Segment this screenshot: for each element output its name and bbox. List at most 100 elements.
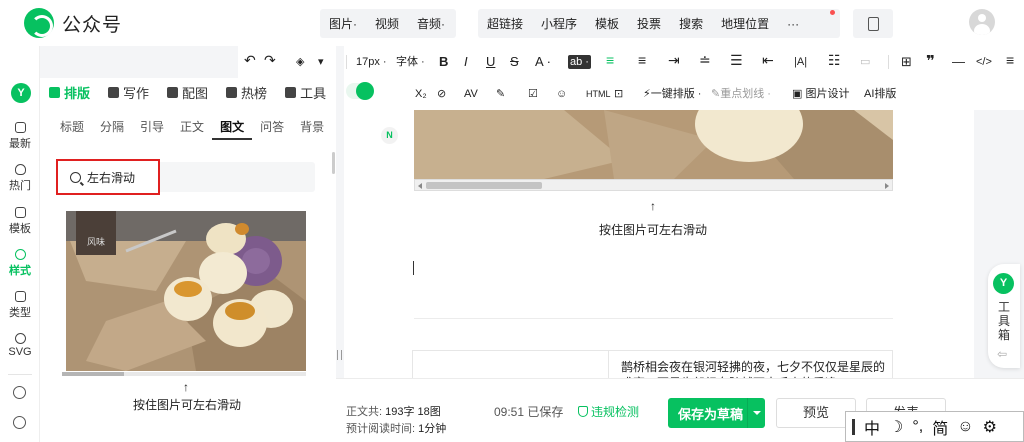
content-card[interactable]: 鹊桥相会夜在银河轻拂的夜，七夕不仅仅是星辰的盛宴，更是牛郎织女跨越万水千山的重逢 [412, 350, 893, 378]
rail-item-latest[interactable]: 最新 [0, 122, 40, 151]
one-click-layout-button[interactable]: ⚡一键排版 · [643, 87, 701, 101]
user-avatar[interactable] [969, 9, 995, 35]
rail-item-style[interactable]: 样式 [0, 249, 40, 278]
border-icon[interactable]: ▭ [860, 55, 870, 69]
quote-icon[interactable]: ❞ [926, 54, 935, 69]
ime-mode-chinese[interactable]: 中 [864, 415, 880, 439]
more-options-icon[interactable]: ≡ [1006, 53, 1014, 67]
carousel-image[interactable] [414, 110, 893, 179]
divider-line-icon[interactable]: — [952, 55, 965, 69]
collapse-arrow-icon[interactable]: ⇦ [997, 347, 1007, 361]
italic-button[interactable]: I [464, 55, 468, 69]
table-icon[interactable]: ⊞ [901, 55, 912, 69]
preview-scrollbar[interactable] [62, 372, 306, 376]
magic-wand-icon[interactable]: ✎ [496, 87, 505, 101]
undo-icon[interactable]: ↶ [244, 53, 256, 67]
support-headset-icon[interactable] [13, 416, 26, 429]
insert-search-button[interactable]: 搜索 [670, 15, 712, 32]
insert-vote-button[interactable]: 投票 [628, 15, 670, 32]
strikethrough-button[interactable]: S [510, 55, 519, 69]
toolbox-float[interactable]: Y 工具箱 ⇦ [988, 264, 1020, 368]
indent-icon[interactable]: ⇥ [668, 53, 680, 67]
background-color-button[interactable]: ab · [568, 55, 591, 69]
subtab-image-text[interactable]: 图文 [212, 114, 253, 140]
document-button[interactable] [853, 9, 893, 38]
chart-icon[interactable]: ☑ [528, 87, 538, 101]
app-logo[interactable]: 公众号 [24, 8, 122, 38]
subtab-divider[interactable]: 分隔 [92, 114, 132, 140]
resize-grip-icon[interactable] [337, 350, 342, 360]
insert-audio-menu[interactable]: 音频· [408, 15, 454, 32]
rail-item-hot[interactable]: 热门 [0, 164, 40, 193]
redo-icon[interactable]: ↷ [264, 53, 276, 67]
rail-item-template[interactable]: 模板 [0, 207, 40, 236]
clear-format-icon[interactable]: ▾ [318, 55, 324, 69]
ime-punctuation-icon[interactable]: °, [912, 418, 923, 436]
ime-handle-icon[interactable] [852, 418, 855, 435]
tab-hot-list[interactable]: 热榜 [217, 83, 276, 102]
insert-image-menu[interactable]: 图片· [320, 15, 366, 32]
tab-tools[interactable]: 工具 [276, 83, 335, 102]
tab-layout[interactable]: 排版 [40, 83, 99, 102]
insert-link-button[interactable]: 超链接 [478, 15, 532, 32]
rail-item-svg[interactable]: SVG [0, 333, 40, 358]
ime-emoji-icon[interactable]: ☺ [957, 418, 973, 436]
ime-halfwidth-moon-icon[interactable]: ☽ [889, 417, 903, 437]
rail-item-type[interactable]: 类型 [0, 291, 40, 320]
tab-label: 排版 [64, 86, 91, 101]
font-color-button[interactable]: A · [535, 55, 551, 69]
ime-simplified[interactable]: 简 [932, 415, 948, 439]
ai-assistant-icon[interactable]: N [381, 127, 398, 144]
toolkit-icon[interactable]: ⊡ [614, 87, 623, 101]
emoji-icon[interactable]: ☺ [556, 87, 567, 101]
image-design-button[interactable]: ▣ 图片设计 [792, 87, 849, 101]
font-size-select[interactable]: 17px · [356, 55, 387, 69]
html-icon[interactable]: HTML [586, 87, 611, 101]
clear-style-icon[interactable]: ⊘ [437, 87, 446, 101]
compliance-check-link[interactable]: 违规检测 [578, 403, 639, 420]
list-icon[interactable]: ☷ [828, 53, 841, 67]
save-draft-button[interactable]: 保存为草稿 [668, 398, 765, 428]
tab-illustration[interactable]: 配图 [158, 83, 217, 102]
ai-layout-button[interactable]: AI排版 [864, 87, 896, 101]
subtab-body[interactable]: 正文 [172, 114, 212, 140]
insert-template-button[interactable]: 模板 [586, 15, 628, 32]
subtab-qa[interactable]: 问答 [252, 114, 292, 140]
reading-time-label: 预计阅读时间: [346, 423, 416, 435]
letter-spacing-icon[interactable]: |A| [794, 55, 807, 69]
insert-location-button[interactable]: 地理位置 [712, 15, 778, 32]
subtab-background[interactable]: 背景 [292, 114, 332, 140]
underline-button[interactable]: U [486, 55, 495, 69]
chevron-down-icon[interactable] [747, 398, 765, 428]
align-center-icon[interactable]: ≡ [638, 53, 646, 67]
tab-writing[interactable]: 写作 [99, 83, 158, 102]
panel-splitter[interactable] [336, 46, 344, 378]
subtab-title[interactable]: 标题 [52, 114, 92, 140]
plugin-logo-icon[interactable]: Y [11, 83, 31, 103]
format-painter-icon[interactable]: ◈ [296, 55, 304, 69]
ime-settings-icon[interactable]: ⚙ [983, 417, 997, 437]
font-family-select[interactable]: 字体 · [396, 55, 425, 69]
insert-video-button[interactable]: 视频 [366, 15, 408, 32]
panel-scrollbar[interactable] [332, 152, 335, 174]
format-toolbar: ↶ ↷ ◈ ▾ 17px · 字体 · B I U S A · ab · ≡ ≡… [238, 46, 1024, 110]
letter-spacing-av-icon[interactable]: AV [464, 87, 478, 101]
preview-button[interactable]: 预览 [776, 398, 856, 428]
style-preview-image[interactable]: 风味 [66, 211, 306, 371]
line-height-icon[interactable]: ≐ [699, 53, 711, 67]
carousel-scrollbar-thumb[interactable] [426, 182, 542, 189]
paragraph-spacing-icon[interactable]: ☰ [730, 53, 743, 67]
insert-miniprogram-button[interactable]: 小程序 [532, 15, 586, 32]
more-menu-button[interactable]: ··· [778, 17, 808, 31]
code-icon[interactable]: </> [976, 55, 992, 69]
subtab-guide[interactable]: 引导 [132, 114, 172, 140]
highlight-underline-button[interactable]: ✎重点划线 · [711, 87, 771, 101]
style-search-input[interactable]: 左右滑动 [56, 159, 160, 195]
tab-label: 配图 [182, 86, 209, 101]
bold-button[interactable]: B [439, 55, 448, 69]
subscript-button[interactable]: X₂ [415, 87, 427, 101]
account-icon[interactable] [13, 386, 26, 399]
panel-toggle[interactable] [346, 82, 374, 100]
indent-decrease-icon[interactable]: ⇤ [762, 53, 774, 67]
align-left-icon[interactable]: ≡ [606, 53, 614, 67]
